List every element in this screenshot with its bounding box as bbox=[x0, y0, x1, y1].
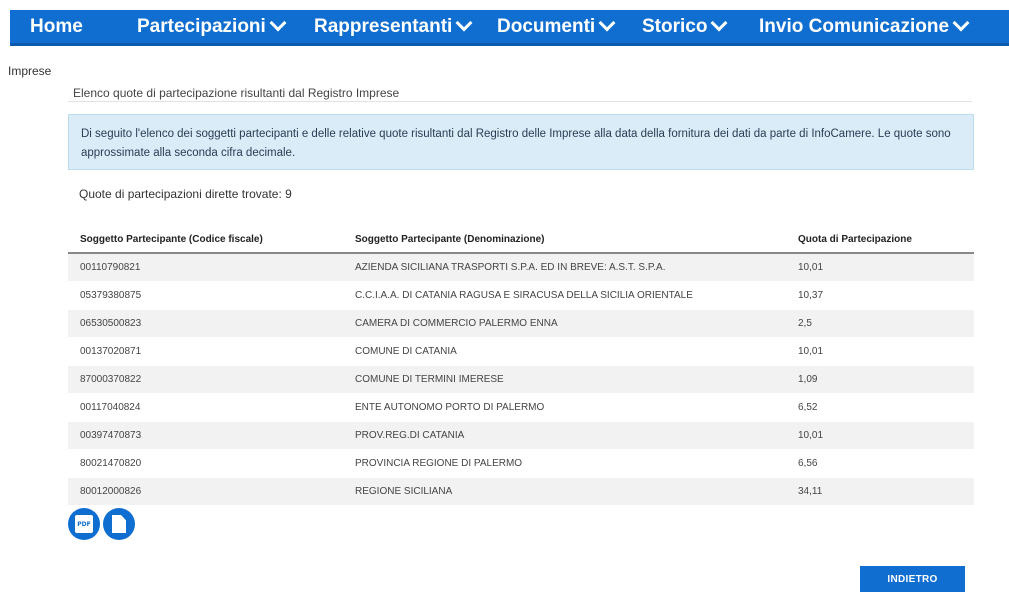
table-row: 05379380875 C.C.I.A.A. DI CATANIA RAGUSA … bbox=[68, 281, 974, 310]
table-row: 00110790821 AZIENDA SICILIANA TRASPORTI S… bbox=[68, 253, 974, 282]
nav-storico-label: Storico bbox=[642, 16, 708, 37]
pdf-export-icon[interactable]: PDF bbox=[68, 508, 100, 540]
cell-denominazione: COMUNE DI CATANIA bbox=[343, 337, 786, 366]
nav-invio-comunicazione[interactable]: Invio Comunicazione bbox=[759, 14, 970, 38]
cell-denominazione: COMUNE DI TERMINI IMERESE bbox=[343, 365, 786, 394]
chevron-down-icon bbox=[455, 14, 473, 32]
nav-rappresentanti-label: Rappresentanti bbox=[314, 16, 453, 37]
cell-codice-fiscale: 80021470820 bbox=[68, 449, 343, 478]
cell-quota: 2,5 bbox=[786, 309, 974, 338]
cell-codice-fiscale: 00137020871 bbox=[68, 337, 343, 366]
breadcrumb: Imprese bbox=[8, 64, 52, 78]
section-title: Elenco quote di partecipazione risultant… bbox=[73, 86, 400, 100]
nav-home[interactable]: Home bbox=[30, 16, 83, 38]
back-button[interactable]: INDIETRO bbox=[860, 566, 965, 592]
cell-denominazione: ENTE AUTONOMO PORTO DI PALERMO bbox=[343, 393, 786, 422]
chevron-down-icon bbox=[598, 14, 616, 32]
cell-quota: 10,37 bbox=[786, 281, 974, 310]
table-row: 80021470820 PROVINCIA REGIONE DI PALERMO 6… bbox=[68, 449, 974, 478]
nav-invio-label: Invio Comunicazione bbox=[759, 16, 950, 37]
column-header-denominazione[interactable]: Soggetto Partecipante (Denominazione) bbox=[343, 226, 786, 254]
cell-codice-fiscale: 00117040824 bbox=[68, 393, 343, 422]
nav-partecipazioni[interactable]: Partecipazioni bbox=[137, 14, 287, 38]
nav-rappresentanti[interactable]: Rappresentanti bbox=[314, 14, 473, 38]
cell-denominazione: PROV.REG.DI CATANIA bbox=[343, 421, 786, 450]
cell-quota: 6,56 bbox=[786, 449, 974, 478]
info-alert: Di seguito l'elenco dei soggetti parteci… bbox=[68, 114, 974, 170]
cell-quota: 34,11 bbox=[786, 477, 974, 506]
nav-partecipazioni-label: Partecipazioni bbox=[137, 16, 266, 37]
cell-codice-fiscale: 87000370822 bbox=[68, 365, 343, 394]
cell-codice-fiscale: 00397470873 bbox=[68, 421, 343, 450]
cell-quota: 6,52 bbox=[786, 393, 974, 422]
table-row: 00117040824 ENTE AUTONOMO PORTO DI PALERM… bbox=[68, 393, 974, 422]
top-navbar: Home Partecipazioni Rappresentanti Docum… bbox=[10, 10, 1009, 46]
cell-quota: 1,09 bbox=[786, 365, 974, 394]
table-row: 80012000826 REGIONE SICILIANA 34,11 bbox=[68, 477, 974, 506]
results-count: Quote di partecipazioni dirette trovate:… bbox=[79, 187, 292, 201]
info-alert-text: Di seguito l'elenco dei soggetti parteci… bbox=[81, 128, 951, 159]
nav-documenti[interactable]: Documenti bbox=[497, 14, 616, 38]
table-row: 00137020871 COMUNE DI CATANIA 10,01 bbox=[68, 337, 974, 366]
cell-codice-fiscale: 80012000826 bbox=[68, 477, 343, 506]
nav-home-label: Home bbox=[30, 16, 83, 37]
table-row: 87000370822 COMUNE DI TERMINI IMERESE 1,09 bbox=[68, 365, 974, 394]
column-header-codice-fiscale[interactable]: Soggetto Partecipante (Codice fiscale) bbox=[68, 226, 343, 254]
cell-denominazione: C.C.I.A.A. DI CATANIA RAGUSA E SIRACUSA … bbox=[343, 281, 786, 310]
cell-quota: 10,01 bbox=[786, 337, 974, 366]
cell-denominazione: REGIONE SICILIANA bbox=[343, 477, 786, 506]
cell-codice-fiscale: 06530500823 bbox=[68, 309, 343, 338]
export-icons: PDF bbox=[68, 508, 135, 540]
nav-documenti-label: Documenti bbox=[497, 16, 596, 37]
chevron-down-icon bbox=[952, 14, 970, 32]
pdf-label: PDF bbox=[75, 515, 93, 533]
cell-quota: 10,01 bbox=[786, 253, 974, 282]
nav-storico[interactable]: Storico bbox=[642, 14, 728, 38]
cell-denominazione: CAMERA DI COMMERCIO PALERMO ENNA bbox=[343, 309, 786, 338]
participations-table: Soggetto Partecipante (Codice fiscale) S… bbox=[68, 226, 974, 506]
cell-denominazione: PROVINCIA REGIONE DI PALERMO bbox=[343, 449, 786, 478]
table-row: 06530500823 CAMERA DI COMMERCIO PALERMO E… bbox=[68, 309, 974, 338]
cell-codice-fiscale: 00110790821 bbox=[68, 253, 343, 282]
cell-denominazione: AZIENDA SICILIANA TRASPORTI S.P.A. ED IN… bbox=[343, 253, 786, 282]
table-header-row: Soggetto Partecipante (Codice fiscale) S… bbox=[68, 226, 974, 254]
document-shape bbox=[112, 515, 126, 533]
document-export-icon[interactable] bbox=[103, 508, 135, 540]
cell-codice-fiscale: 05379380875 bbox=[68, 281, 343, 310]
column-header-quota[interactable]: Quota di Partecipazione bbox=[786, 226, 974, 254]
chevron-down-icon bbox=[710, 14, 728, 32]
chevron-down-icon bbox=[269, 14, 287, 32]
table-row: 00397470873 PROV.REG.DI CATANIA 10,01 bbox=[68, 421, 974, 450]
cell-quota: 10,01 bbox=[786, 421, 974, 450]
divider bbox=[68, 101, 972, 102]
